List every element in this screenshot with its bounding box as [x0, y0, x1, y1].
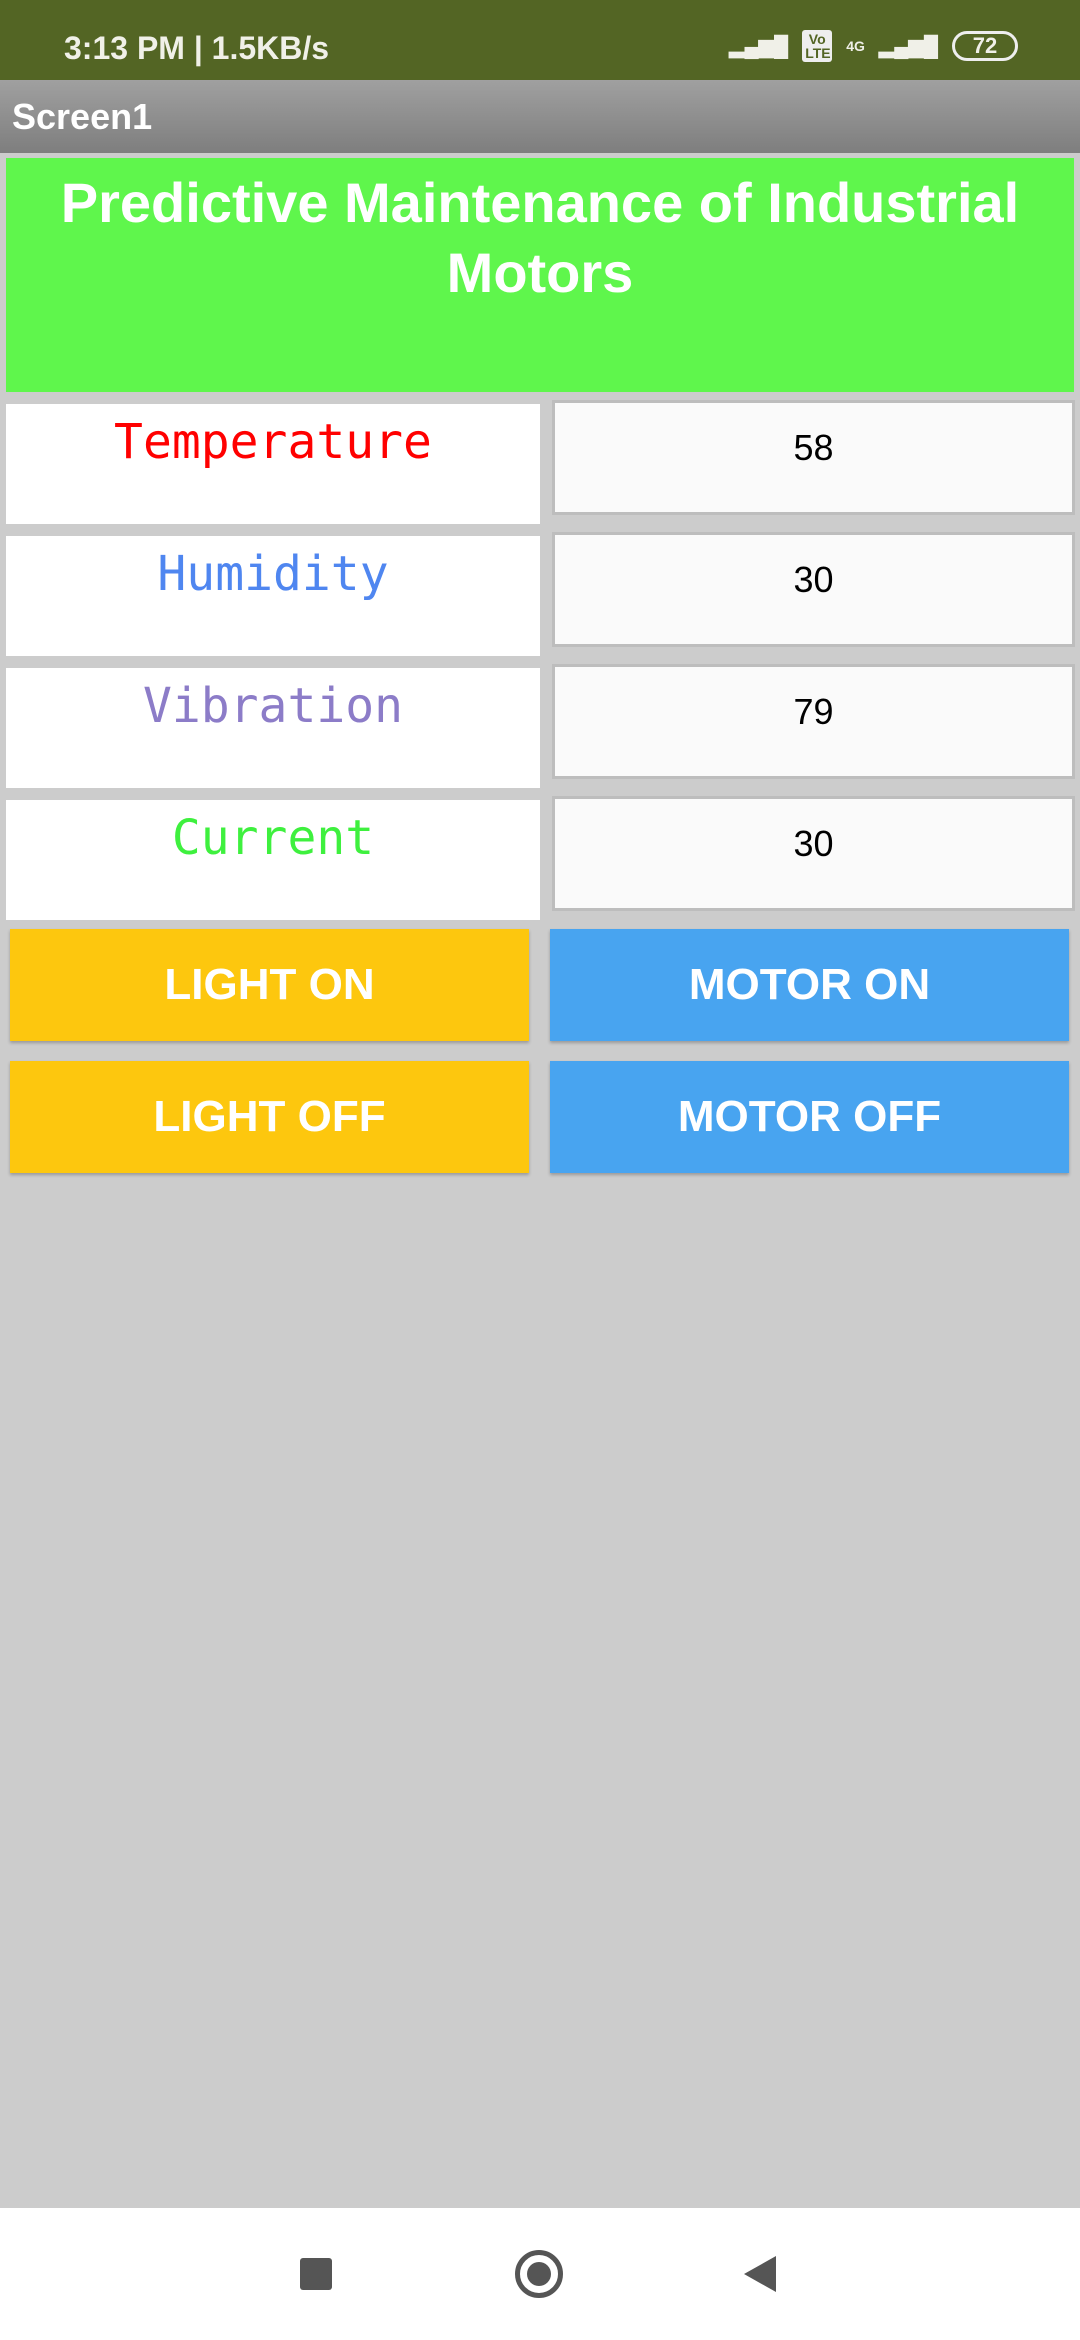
light-on-button[interactable]: LIGHT ON — [10, 929, 529, 1041]
battery-icon: 72 — [952, 31, 1018, 61]
humidity-value[interactable]: 30 — [552, 532, 1075, 647]
vibration-value[interactable]: 79 — [552, 664, 1075, 779]
navigation-bar — [0, 2208, 1080, 2340]
signal-icon-2: ▂▄▆█ — [878, 35, 938, 58]
back-icon[interactable] — [744, 2256, 776, 2292]
screen-title: Screen1 — [0, 80, 1080, 153]
temperature-label: Temperature — [6, 404, 540, 524]
signal-icon: ▂▄▆█ — [729, 35, 789, 58]
motor-off-button[interactable]: MOTOR OFF — [550, 1061, 1069, 1173]
motor-on-button[interactable]: MOTOR ON — [550, 929, 1069, 1041]
volte-icon: Vo LTE — [802, 30, 833, 62]
light-off-button[interactable]: LIGHT OFF — [10, 1061, 529, 1173]
humidity-label: Humidity — [6, 536, 540, 656]
current-value[interactable]: 30 — [552, 796, 1075, 911]
page-title: Predictive Maintenance of Industrial Mot… — [6, 158, 1074, 392]
temperature-value[interactable]: 58 — [552, 400, 1075, 515]
home-icon[interactable] — [515, 2250, 563, 2298]
recents-icon[interactable] — [300, 2258, 332, 2290]
current-label: Current — [6, 800, 540, 920]
vibration-label: Vibration — [6, 668, 540, 788]
network-type-icon: 4G — [846, 38, 865, 54]
status-time: 3:13 PM | 1.5KB/s — [64, 30, 330, 66]
status-bar: 3:13 PM | 1.5KB/s ▂▄▆█ Vo LTE 4G ▂▄▆█ 72 — [0, 0, 1080, 80]
